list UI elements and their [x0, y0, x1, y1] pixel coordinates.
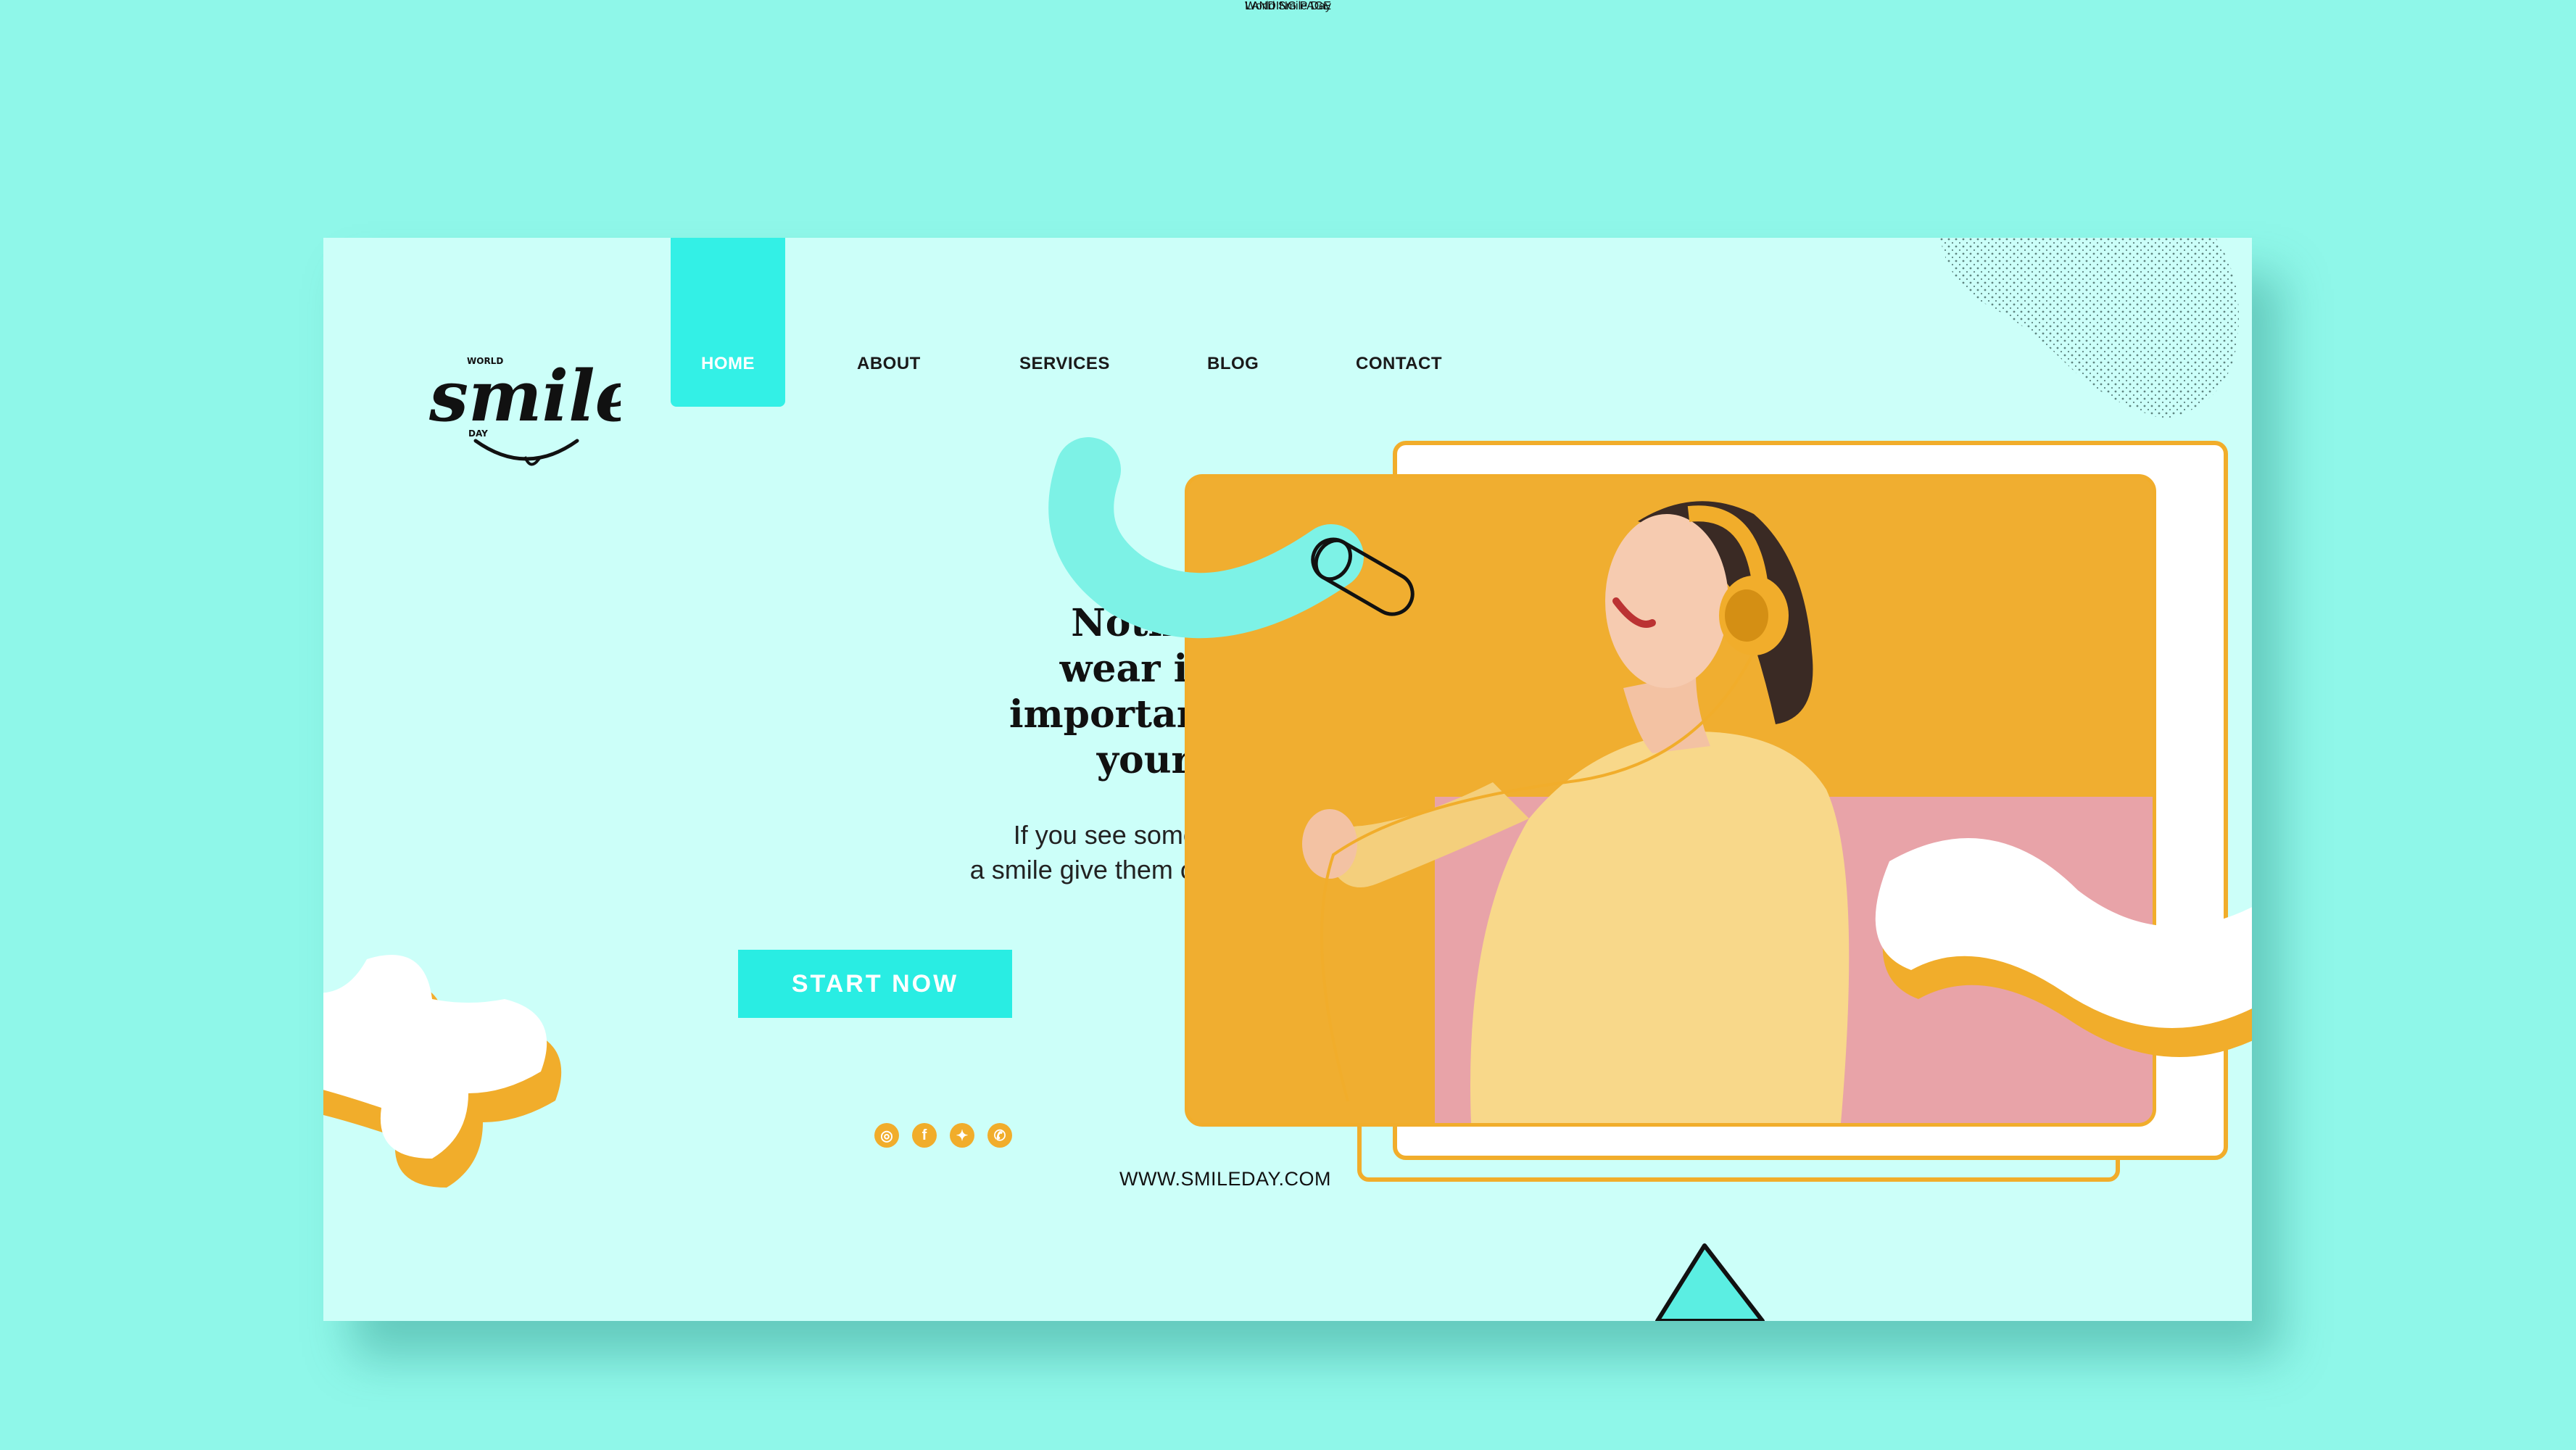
nav-about[interactable]: ABOUT: [857, 354, 921, 374]
smile-logo: WORLD smile DAY: [428, 355, 621, 466]
nav-home-highlight: [671, 238, 785, 407]
hero-photo: [1185, 474, 2156, 1127]
nav-services[interactable]: SERVICES: [1019, 354, 1110, 374]
woman-with-headphones-illustration: [1188, 478, 2153, 1123]
landing-page-mockup: WORLD smile DAY HOME ABOUT SERVICES BLOG…: [323, 238, 2252, 1321]
page-subtitle: World Smile Day: [1245, 0, 1331, 12]
start-now-button[interactable]: START NOW: [738, 950, 1012, 1018]
whatsapp-icon[interactable]: ✆: [987, 1123, 1012, 1148]
social-links: ◎ f ✦ ✆: [874, 1123, 1012, 1148]
facebook-icon[interactable]: f: [912, 1123, 937, 1148]
cross-shadow-shape: [323, 984, 562, 1188]
logo-word: smile: [428, 355, 621, 437]
triangle-shape: [1655, 1243, 1765, 1321]
nav-blog[interactable]: BLOG: [1207, 354, 1259, 374]
logo-day-text: DAY: [468, 428, 488, 439]
nav-contact[interactable]: CONTACT: [1356, 354, 1442, 374]
twitter-icon[interactable]: ✦: [950, 1123, 974, 1148]
white-cross-shape: [323, 955, 547, 1159]
instagram-icon[interactable]: ◎: [874, 1123, 899, 1148]
dotted-pattern-decoration: [1940, 238, 2239, 419]
website-url[interactable]: WWW.SMILEDAY.COM: [1119, 1168, 1331, 1190]
nav-home[interactable]: HOME: [701, 354, 755, 374]
